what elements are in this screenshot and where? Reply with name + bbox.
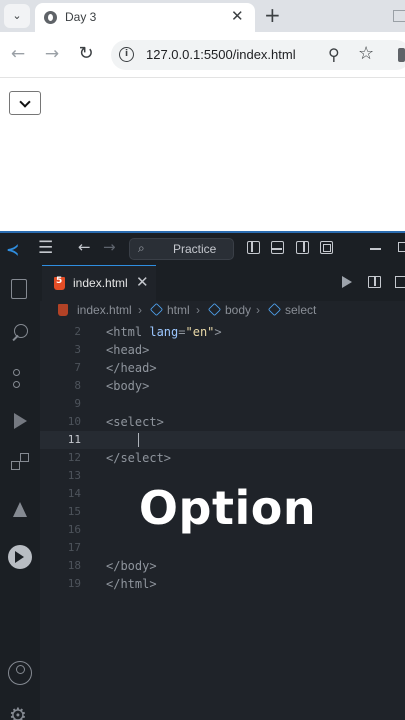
vscode-window: ≺ ☰ ← → ⌕ Practice ⚙ index.html ✕ <box>0 231 405 720</box>
line-number: 2 <box>74 325 81 338</box>
code-editor[interactable]: 2 <html lang="en"> 3 <head> 7 </head> 8 <body> 9… <box>40 323 405 613</box>
code-line[interactable]: 10 <select> <box>40 413 405 431</box>
code-text: </select> <box>106 451 172 465</box>
search-icon[interactable] <box>9 322 31 344</box>
line-number: 12 <box>67 451 81 464</box>
element-icon <box>267 302 282 317</box>
code-line[interactable]: 3 <head> <box>40 341 405 359</box>
code-line[interactable]: 18 </body> <box>40 557 405 575</box>
code-text: </html> <box>106 577 157 591</box>
zoom-icon[interactable]: ⚲ <box>328 45 340 64</box>
code-text: </head> <box>106 361 157 375</box>
editor-tab-label: index.html <box>73 276 128 290</box>
account-icon[interactable] <box>8 661 32 685</box>
code-text: <select> <box>106 415 164 429</box>
new-tab-button[interactable]: + <box>264 3 281 27</box>
breadcrumb-item[interactable]: index.html <box>77 303 132 317</box>
toggle-secondary-sidebar-icon[interactable] <box>296 241 309 254</box>
live-server-icon[interactable] <box>8 545 32 569</box>
line-number: 3 <box>74 343 81 356</box>
close-icon[interactable]: ✕ <box>136 273 149 291</box>
extension-icon[interactable] <box>398 48 405 62</box>
demo-select-dropdown[interactable] <box>9 91 41 115</box>
line-number: 9 <box>74 397 81 410</box>
breadcrumb: index.html › html › body › select <box>40 301 405 323</box>
line-number: 7 <box>74 361 81 374</box>
code-line[interactable]: 2 <html lang="en"> <box>40 323 405 341</box>
run-debug-icon[interactable] <box>9 411 31 433</box>
back-arrow-icon[interactable]: ← <box>78 238 91 256</box>
address-bar[interactable]: i 127.0.0.1:5500/index.html ⚲ ☆ <box>111 40 405 70</box>
bookmark-star-icon[interactable]: ☆ <box>358 43 374 64</box>
code-text: </body> <box>106 559 157 573</box>
minimize-icon[interactable] <box>370 248 381 250</box>
source-control-icon[interactable] <box>9 367 31 389</box>
page-content <box>0 79 405 231</box>
code-text: <head> <box>106 343 150 357</box>
video-caption: Option <box>138 481 317 535</box>
html-file-icon <box>58 304 68 316</box>
line-number: 19 <box>67 577 81 590</box>
element-icon <box>149 302 164 317</box>
chevron-right-icon: › <box>256 303 260 317</box>
forward-arrow-icon[interactable]: → <box>42 42 62 66</box>
breadcrumb-item[interactable]: body <box>225 303 251 317</box>
browser-tab[interactable]: Day 3 ✕ <box>35 3 255 32</box>
line-number: 8 <box>74 379 81 392</box>
run-icon[interactable] <box>342 276 352 288</box>
code-line[interactable]: 8 <body> <box>40 377 405 395</box>
explorer-icon[interactable] <box>11 279 27 299</box>
split-editor-icon[interactable] <box>368 276 381 288</box>
line-number: 18 <box>67 559 81 572</box>
close-icon[interactable]: ✕ <box>231 7 244 25</box>
reload-icon[interactable]: ↻ <box>76 42 96 66</box>
more-actions-icon[interactable] <box>395 276 405 288</box>
code-line[interactable]: 17 <box>40 539 405 557</box>
breadcrumb-item[interactable]: select <box>285 303 316 317</box>
tab-title: Day 3 <box>65 10 97 24</box>
url-text[interactable]: 127.0.0.1:5500/index.html <box>146 47 296 62</box>
extensions-icon[interactable] <box>9 453 31 475</box>
html-file-icon <box>54 276 65 290</box>
browser-toolbar: ← → ↻ i 127.0.0.1:5500/index.html ⚲ ☆ <box>0 32 405 78</box>
back-arrow-icon[interactable]: ← <box>8 42 28 66</box>
toggle-panel-icon[interactable] <box>271 241 284 254</box>
toggle-sidebar-icon[interactable] <box>247 241 260 254</box>
line-number: 17 <box>67 541 81 554</box>
vscode-title-bar: ≺ ☰ ← → ⌕ Practice <box>0 233 405 265</box>
code-text: <html lang="en"> <box>106 325 222 339</box>
text-cursor <box>138 433 139 447</box>
tab-index-html[interactable]: index.html ✕ <box>42 265 156 301</box>
code-text: <body> <box>106 379 150 393</box>
customize-layout-icon[interactable] <box>320 241 333 254</box>
vscode-logo-icon: ≺ <box>6 240 20 259</box>
code-line[interactable]: 19 </html> <box>40 575 405 593</box>
forward-arrow-icon[interactable]: → <box>103 238 116 256</box>
tab-search-button[interactable]: ⌄ <box>4 4 30 28</box>
search-icon: ⌕ <box>138 241 145 255</box>
maximize-icon[interactable] <box>398 242 405 252</box>
chevron-right-icon: › <box>196 303 200 317</box>
element-icon <box>207 302 222 317</box>
editor-tab-bar: index.html ✕ <box>40 265 405 301</box>
line-number: 10 <box>67 415 81 428</box>
browser-tab-bar: ⌄ Day 3 ✕ + <box>0 0 405 32</box>
line-number: 11 <box>67 433 81 446</box>
gear-icon[interactable]: ⚙ <box>9 705 27 720</box>
globe-icon <box>44 11 57 24</box>
code-line[interactable]: 9 <box>40 395 405 413</box>
workspace-name: Practice <box>173 242 217 256</box>
window-restore-icon[interactable] <box>393 10 405 22</box>
code-line[interactable]: 11 <box>40 431 405 449</box>
menu-icon[interactable]: ☰ <box>38 238 53 258</box>
code-line[interactable]: 12 </select> <box>40 449 405 467</box>
breadcrumb-item[interactable]: html <box>167 303 190 317</box>
code-line[interactable]: 7 </head> <box>40 359 405 377</box>
command-center-search[interactable]: ⌕ Practice <box>129 238 234 260</box>
chevron-right-icon: › <box>138 303 142 317</box>
site-info-icon[interactable]: i <box>119 47 134 62</box>
